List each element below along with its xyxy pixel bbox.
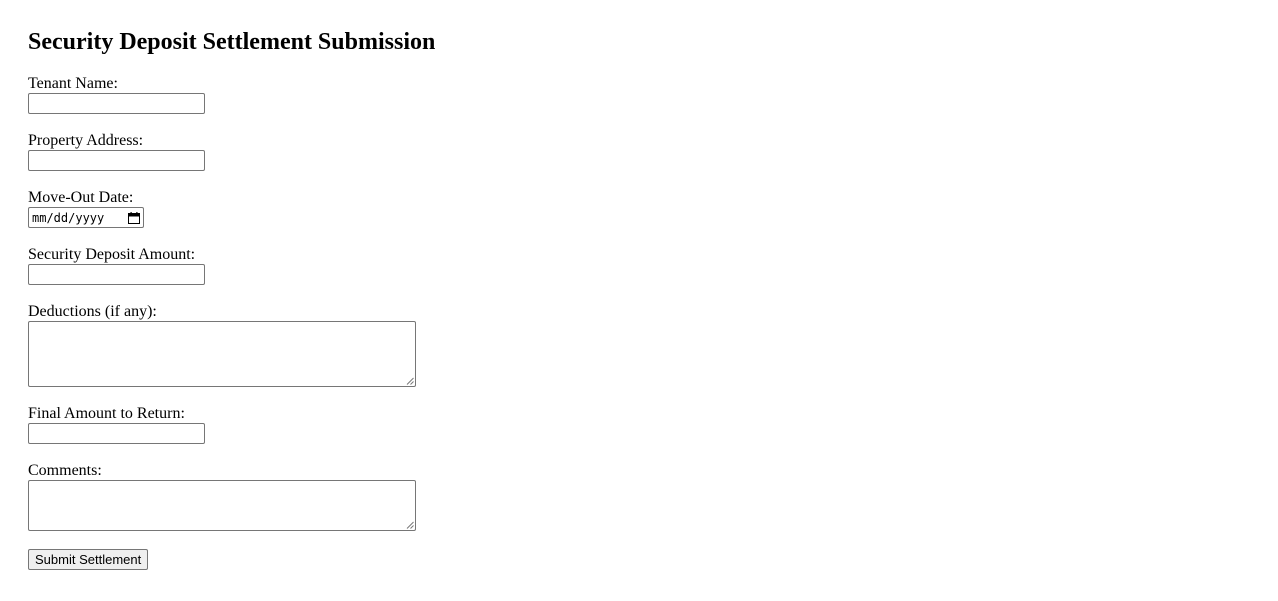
final-amount-label: Final Amount to Return: bbox=[28, 405, 185, 422]
deposit-amount-field: Security Deposit Amount: bbox=[28, 246, 205, 285]
deposit-amount-input[interactable] bbox=[28, 264, 205, 285]
tenant-name-label: Tenant Name: bbox=[28, 75, 118, 92]
comments-field: Comments: bbox=[28, 462, 416, 531]
property-address-field: Property Address: bbox=[28, 132, 205, 171]
deductions-textarea[interactable] bbox=[28, 321, 416, 387]
date-placeholder: mm/dd/yyyy bbox=[32, 210, 105, 225]
move-out-date-input[interactable]: mm/dd/yyyy bbox=[28, 207, 144, 228]
page-title: Security Deposit Settlement Submission bbox=[28, 29, 436, 55]
tenant-name-input[interactable] bbox=[28, 93, 205, 114]
submit-settlement-button[interactable]: Submit Settlement bbox=[28, 549, 149, 570]
move-out-date-field: Move-Out Date: mm/dd/yyyy bbox=[28, 189, 144, 228]
tenant-name-field: Tenant Name: bbox=[28, 75, 205, 114]
comments-textarea[interactable] bbox=[28, 480, 416, 531]
property-address-label: Property Address: bbox=[28, 132, 144, 149]
resize-grip-icon[interactable] bbox=[406, 377, 414, 385]
comments-label: Comments: bbox=[28, 462, 102, 479]
final-amount-field: Final Amount to Return: bbox=[28, 405, 205, 444]
resize-grip-icon[interactable] bbox=[406, 521, 414, 529]
property-address-input[interactable] bbox=[28, 150, 205, 171]
calendar-icon[interactable] bbox=[128, 211, 140, 224]
final-amount-input[interactable] bbox=[28, 423, 205, 444]
deductions-label: Deductions (if any): bbox=[28, 303, 157, 320]
move-out-date-label: Move-Out Date: bbox=[28, 189, 134, 206]
deposit-amount-label: Security Deposit Amount: bbox=[28, 246, 196, 263]
deductions-field: Deductions (if any): bbox=[28, 303, 416, 387]
